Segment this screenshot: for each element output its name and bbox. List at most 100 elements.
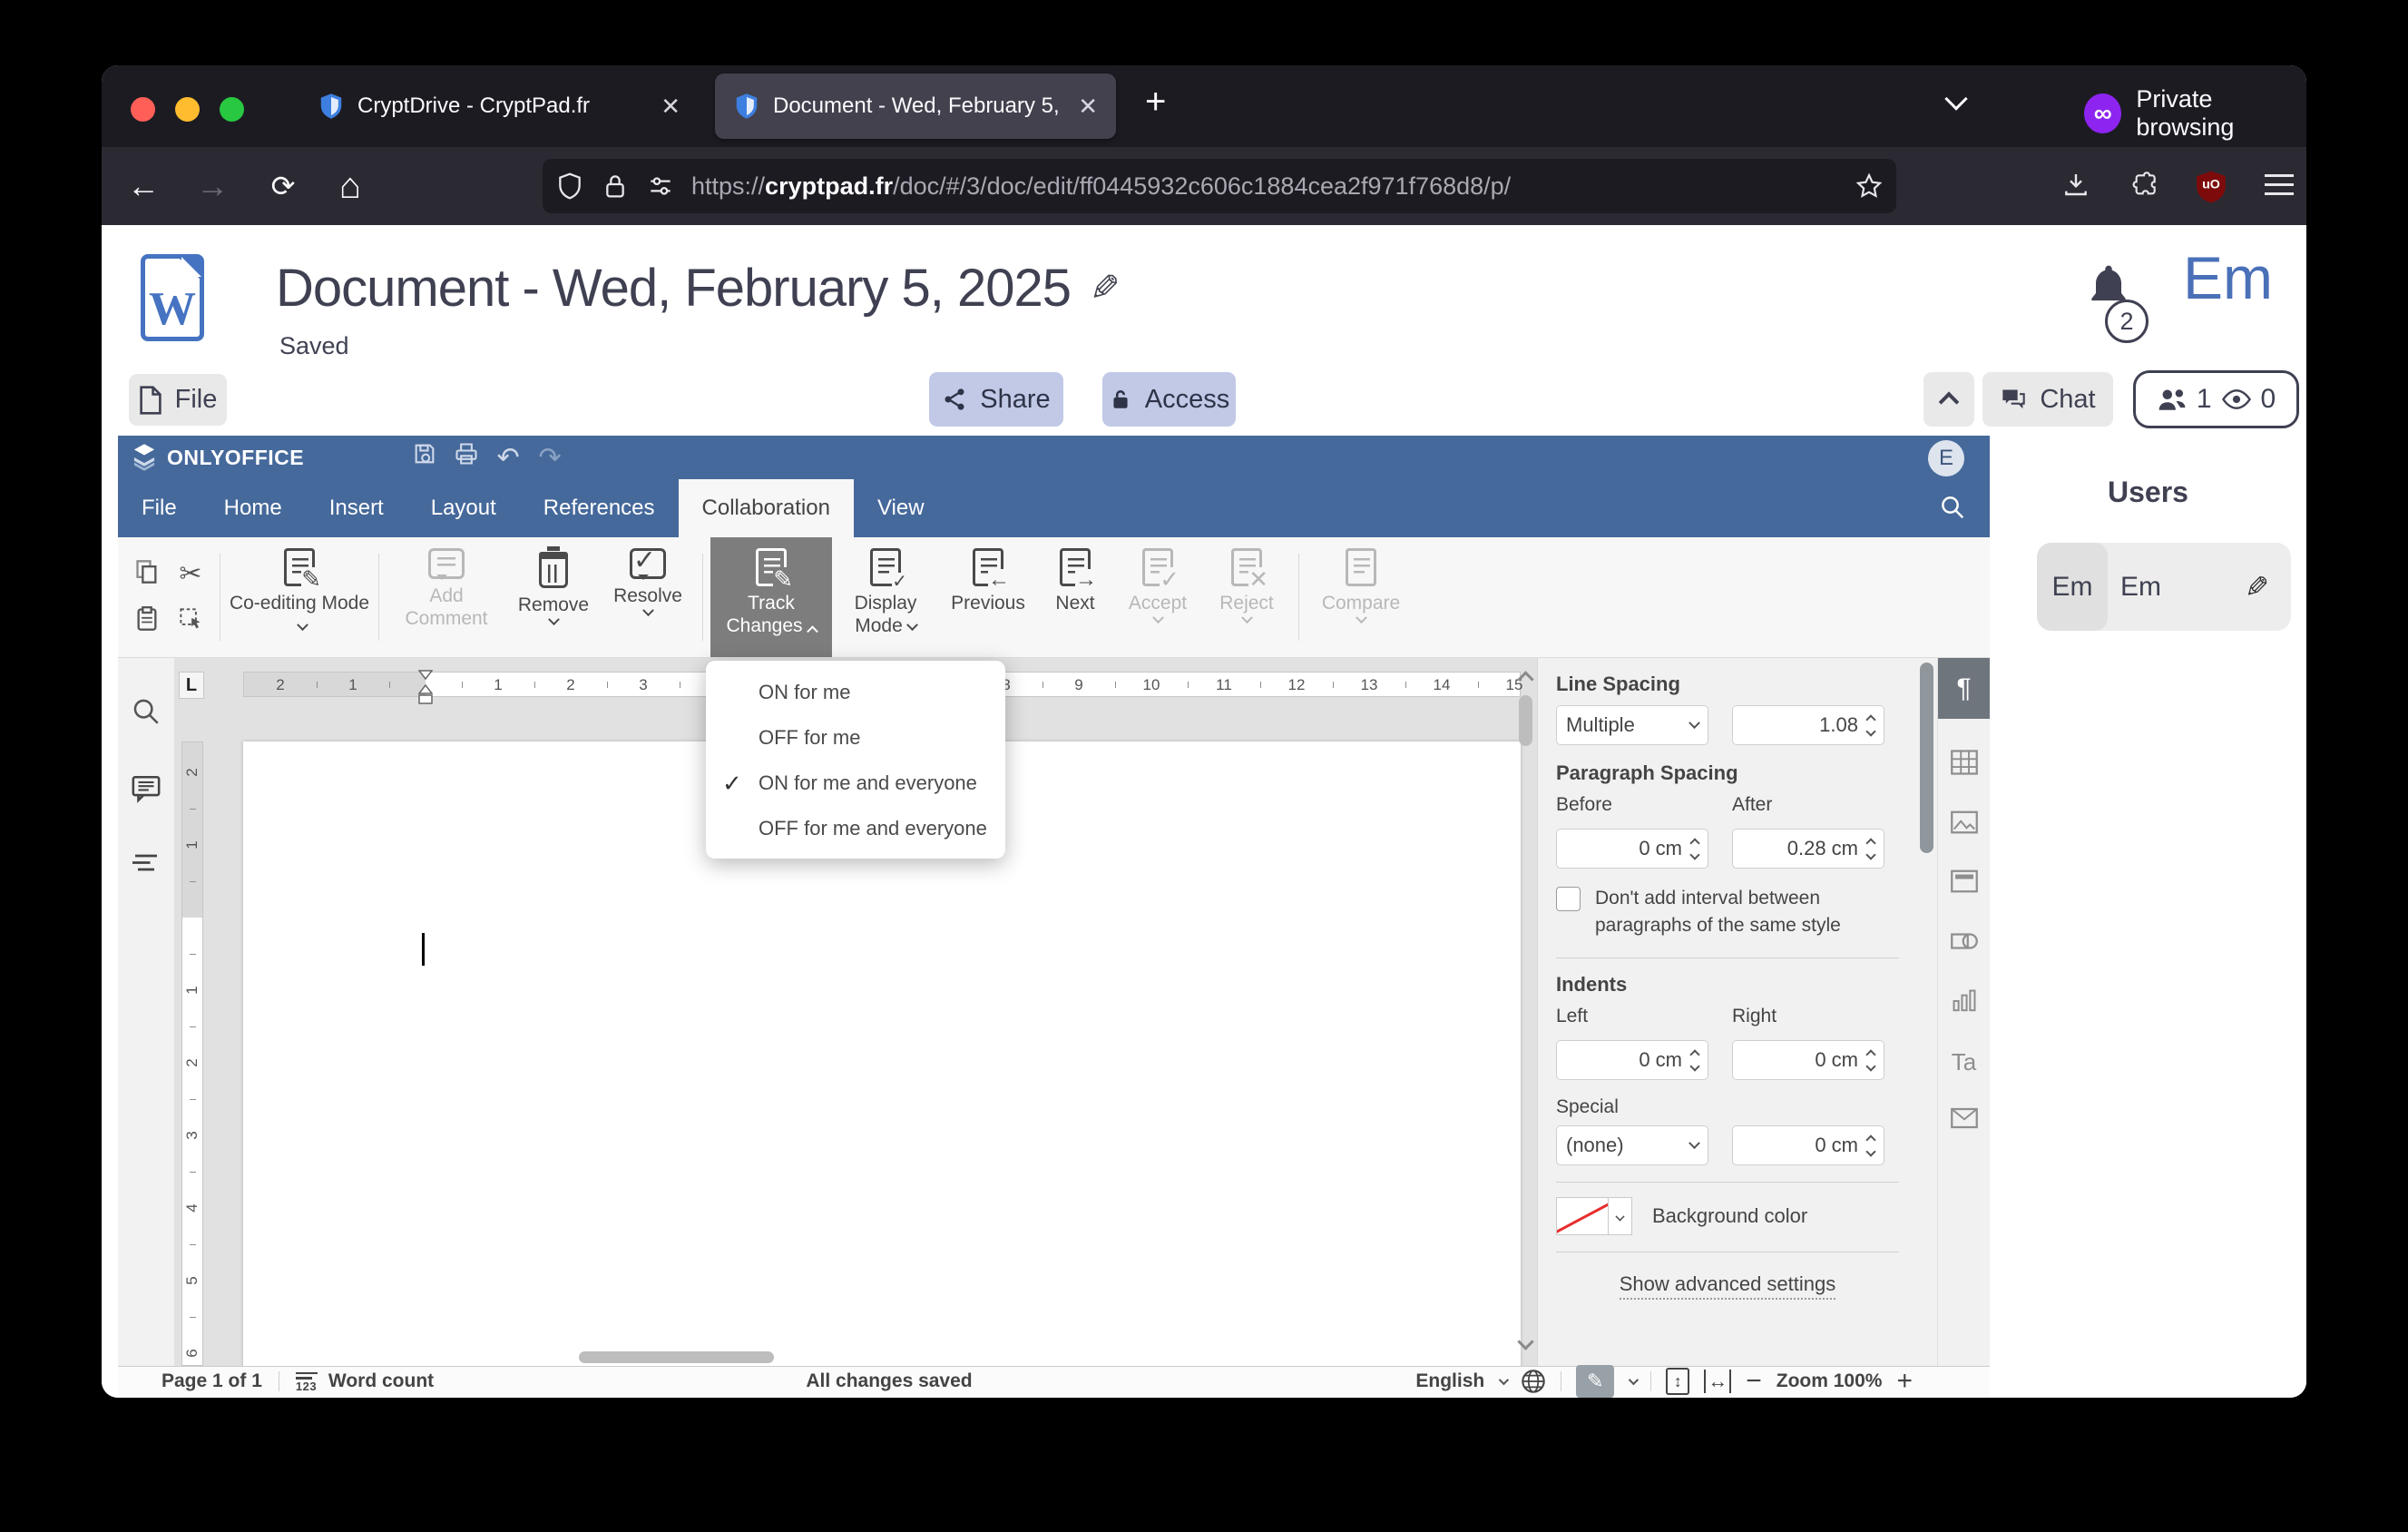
document-horizontal-scrollbar[interactable] <box>243 1351 1510 1364</box>
presence-indicator[interactable]: 1 0 <box>2133 370 2299 428</box>
menu-item-on-for-me-and-everyone[interactable]: ✓ ON for me and everyone <box>706 761 1005 806</box>
edit-user-pencil-icon[interactable]: ✎ <box>2245 570 2269 604</box>
page-indicator[interactable]: Page 1 of 1 <box>162 1370 262 1392</box>
paragraph-settings-icon[interactable]: ¶ <box>1938 658 1990 719</box>
comments-panel-icon[interactable] <box>130 773 162 809</box>
user-list-item[interactable]: Em Em ✎ <box>2037 543 2291 631</box>
forward-button[interactable]: → <box>185 147 240 225</box>
reload-button[interactable]: ⟳ <box>256 147 310 225</box>
fit-width-icon[interactable]: ↔ <box>1704 1370 1732 1393</box>
tab-view[interactable]: View <box>854 479 948 537</box>
zoom-in-button[interactable]: + <box>1896 1366 1913 1397</box>
v-ruler[interactable]: 21123456 <box>181 741 203 1366</box>
track-changes-button[interactable]: ✎ Track Changes <box>710 537 832 657</box>
menu-item-off-for-me[interactable]: OFF for me <box>706 715 1005 761</box>
language-selector[interactable]: English <box>1415 1370 1484 1392</box>
share-button[interactable]: Share <box>929 372 1063 427</box>
file-button[interactable]: File <box>129 374 227 426</box>
word-count-button[interactable]: Word count <box>328 1370 434 1392</box>
mail-merge-settings-icon[interactable] <box>1950 1107 1978 1134</box>
display-mode-button[interactable]: ✓ Display Mode <box>832 537 939 657</box>
remove-comment-button[interactable]: Remove <box>506 537 601 657</box>
background-color-picker[interactable] <box>1556 1197 1632 1235</box>
fit-page-icon[interactable]: ↕ <box>1666 1368 1690 1395</box>
list-tabs-chevron-icon[interactable] <box>1944 87 1968 111</box>
coediting-mode-button[interactable]: ✎ Co-editing Mode <box>228 537 371 657</box>
spacing-after-spinner[interactable]: 0.28 cm <box>1732 829 1884 869</box>
tab-document[interactable]: Document - Wed, February 5, 2 ✕ <box>715 74 1116 139</box>
tab-stop-selector[interactable]: L <box>179 672 204 699</box>
spacing-before-spinner[interactable]: 0 cm <box>1556 829 1708 869</box>
table-settings-icon[interactable] <box>1950 750 1978 780</box>
tab-file[interactable]: File <box>118 479 201 537</box>
ublock-origin-icon[interactable]: uO <box>2194 169 2228 205</box>
chat-button[interactable]: Chat <box>1982 372 2113 427</box>
fullscreen-window-button[interactable] <box>220 97 244 122</box>
next-change-button[interactable]: → Next <box>1037 537 1113 657</box>
show-advanced-settings-link[interactable]: Show advanced settings <box>1619 1272 1836 1300</box>
editor-search-icon[interactable] <box>1939 494 1966 527</box>
scrollbar-thumb[interactable] <box>579 1351 774 1363</box>
permissions-icon[interactable] <box>646 172 675 201</box>
save-icon[interactable] <box>404 441 445 474</box>
undo-icon[interactable]: ↶ <box>487 442 529 474</box>
tab-insert[interactable]: Insert <box>306 479 407 537</box>
special-value-spinner[interactable]: 0 cm <box>1732 1125 1884 1165</box>
menu-hamburger-icon[interactable] <box>2265 174 2294 195</box>
collapse-toolbar-button[interactable] <box>1923 372 1974 427</box>
document-title[interactable]: Document - Wed, February 5, 2025 ✎ <box>276 258 1121 319</box>
notifications-bell[interactable]: 2 <box>2083 261 2149 343</box>
document-vertical-scrollbar[interactable] <box>1517 671 1534 1350</box>
extensions-puzzle-icon[interactable] <box>2130 171 2159 200</box>
url-bar[interactable]: https://cryptpad.fr/doc/#/3/doc/edit/ff0… <box>543 159 1896 213</box>
tab-home[interactable]: Home <box>201 479 306 537</box>
scrollbar-thumb[interactable] <box>1920 663 1933 853</box>
tab-collaboration[interactable]: Collaboration <box>678 479 854 537</box>
header-footer-settings-icon[interactable] <box>1950 869 1978 898</box>
access-button[interactable]: Access <box>1102 372 1236 427</box>
paste-icon[interactable] <box>136 605 158 636</box>
indent-left-spinner[interactable]: 0 cm <box>1556 1040 1708 1080</box>
shape-settings-icon[interactable] <box>1950 928 1978 958</box>
downloads-icon[interactable] <box>2061 171 2090 200</box>
line-spacing-select[interactable]: Multiple <box>1556 705 1708 745</box>
tracking-protection-shield-icon[interactable] <box>555 172 584 201</box>
menu-item-off-for-me-and-everyone[interactable]: OFF for me and everyone <box>706 806 1005 851</box>
zoom-level[interactable]: Zoom 100% <box>1777 1370 1883 1392</box>
new-tab-button[interactable]: + <box>1145 82 1166 123</box>
special-select[interactable]: (none) <box>1556 1125 1708 1165</box>
settings-panel-scrollbar[interactable] <box>1917 658 1937 1366</box>
previous-change-button[interactable]: ← Previous <box>939 537 1037 657</box>
indent-marker[interactable] <box>418 670 433 724</box>
track-changes-status-toggle[interactable]: ✎ <box>1576 1365 1615 1398</box>
indent-right-spinner[interactable]: 0 cm <box>1732 1040 1884 1080</box>
zoom-out-button[interactable]: − <box>1746 1366 1762 1397</box>
tab-close-icon[interactable]: ✕ <box>661 93 680 121</box>
line-spacing-value-spinner[interactable]: 1.08 <box>1732 705 1884 745</box>
resolve-comment-button[interactable]: ✓ Resolve <box>601 537 695 657</box>
scroll-up-icon[interactable] <box>1517 671 1534 688</box>
minimize-window-button[interactable] <box>175 97 200 122</box>
edit-title-pencil-icon[interactable]: ✎ <box>1091 268 1121 309</box>
select-all-icon[interactable] <box>179 607 202 635</box>
cut-scissors-icon[interactable]: ✂ <box>179 558 201 590</box>
find-search-icon[interactable] <box>131 696 162 732</box>
connection-lock-icon[interactable] <box>601 172 630 201</box>
scroll-down-icon[interactable] <box>1517 1333 1534 1350</box>
account-avatar[interactable]: Em <box>2183 243 2273 312</box>
editor-user-avatar[interactable]: E <box>1928 440 1964 476</box>
scrollbar-thumb[interactable] <box>1519 695 1532 746</box>
redo-icon[interactable]: ↷ <box>529 442 571 474</box>
back-button[interactable]: ← <box>116 147 171 225</box>
tab-close-icon[interactable]: ✕ <box>1078 93 1098 121</box>
tab-references[interactable]: References <box>520 479 679 537</box>
home-button[interactable]: ⌂ <box>323 147 377 225</box>
copy-icon[interactable] <box>135 559 159 589</box>
print-icon[interactable] <box>445 441 487 474</box>
spellcheck-language-globe-icon[interactable] <box>1521 1369 1546 1394</box>
bookmark-star-icon[interactable] <box>1855 172 1884 201</box>
chart-settings-icon[interactable] <box>1952 989 1977 1017</box>
interval-checkbox[interactable] <box>1556 887 1581 911</box>
image-settings-icon[interactable] <box>1950 810 1978 839</box>
navigation-outline-icon[interactable] <box>130 850 162 882</box>
